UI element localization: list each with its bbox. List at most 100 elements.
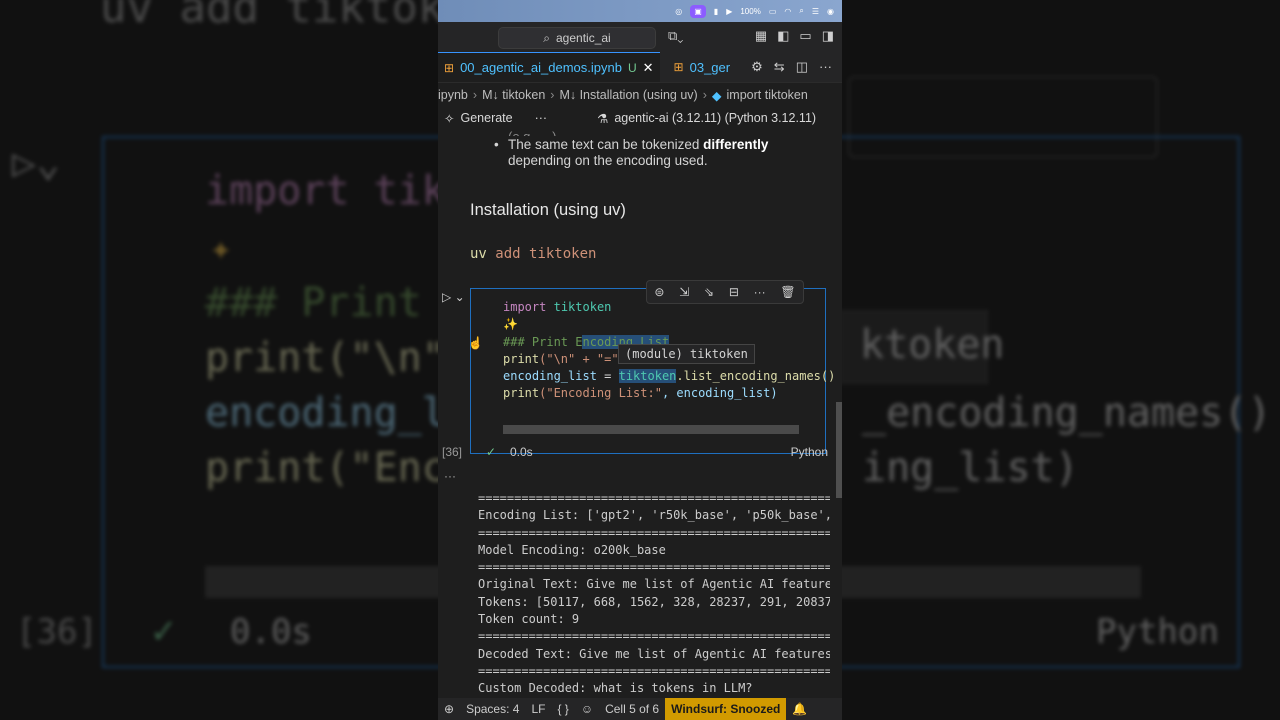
sparkle-icon[interactable]: ✨ — [503, 317, 518, 331]
copilot-icon[interactable]: ☺ — [575, 698, 599, 720]
output-line: ========================================… — [478, 663, 830, 678]
clipboard-icon[interactable]: ▮ — [714, 5, 718, 18]
breadcrumb: ipynb › M↓ tiktoken › M↓ Installation (u… — [438, 88, 808, 103]
eol-status[interactable]: LF — [525, 698, 551, 720]
sparkle-icon: ✧ — [444, 111, 455, 126]
output-more[interactable]: ··· — [444, 469, 456, 483]
bg-code-line: ### Print E — [205, 280, 470, 326]
execution-duration: 0.0s — [510, 445, 533, 459]
control-center-icon[interactable]: ☰ — [812, 5, 819, 18]
output-line: Model Encoding: o200k_base — [478, 542, 666, 557]
cell-output: ========================================… — [478, 490, 830, 698]
phone-screen: ◎ ▣ ▮ ▶ 100% ▭ ◠ ⌕ ☰ ◉ ⌕ agentic_ai ⧉⌄ ▦… — [438, 0, 842, 720]
kernel-picker[interactable]: agentic-ai (3.12.11) (Python 3.12.11) — [614, 111, 816, 125]
notebook-icon: ⊞ — [673, 60, 684, 74]
search-text: agentic_ai — [556, 31, 611, 45]
indentation-status[interactable]: Spaces: 4 — [460, 698, 525, 720]
output-line: Token count: 9 — [478, 612, 580, 627]
close-icon[interactable]: ✕ — [643, 60, 654, 76]
language-mode-status[interactable]: { } — [551, 698, 574, 720]
compare-icon[interactable]: ⇆ — [774, 59, 785, 75]
search-icon[interactable]: ⌕ — [799, 5, 803, 18]
run-by-line-icon[interactable]: ⇲ — [679, 285, 689, 299]
tab-status: U — [627, 60, 637, 75]
command-center-search[interactable]: ⌕ agentic_ai — [498, 27, 656, 49]
toggle-sidebar-icon[interactable]: ◧ — [777, 28, 789, 44]
horizontal-scrollbar[interactable] — [503, 425, 799, 434]
siri-icon[interactable]: ◉ — [827, 5, 834, 18]
search-icon: ⌕ — [543, 30, 550, 45]
toolbar-more[interactable]: ··· — [535, 111, 548, 125]
output-line: Encoding List: ['gpt2', 'r50k_base', 'p5… — [478, 508, 830, 523]
bg-code-line: print("\n" — [205, 335, 446, 381]
editor-tabs: ⊞ 00_agentic_ai_demos.ipynb U ✕ ⊞ 03_ger… — [438, 52, 842, 83]
python-icon: ◆ — [711, 88, 722, 103]
tab-03[interactable]: ⊞ 03_ger — [668, 52, 737, 82]
creative-cloud-icon[interactable]: ◎ — [675, 5, 682, 18]
execution-count: [36] — [442, 445, 463, 459]
bg-language: Python — [1096, 612, 1219, 652]
copilot-icon[interactable]: ⧉⌄ — [668, 28, 683, 44]
screen-record-icon[interactable]: ▣ — [690, 4, 706, 18]
bg-code-line: import tikt — [205, 168, 470, 214]
markdown-bullet: • The same text can be tokenized differe… — [494, 137, 769, 168]
breadcrumb-item[interactable]: M↓ tiktoken — [482, 88, 545, 102]
bg-sparkle-icon: ✦ — [210, 228, 232, 269]
status-bar: ⊕ Spaces: 4 LF { } ☺ Cell 5 of 6 Windsur… — [438, 698, 842, 720]
play-icon[interactable]: ▶ — [726, 5, 732, 18]
bg-run-icon: ▷⌄ — [12, 140, 61, 186]
tab-agentic-ai-demos[interactable]: ⊞ 00_agentic_ai_demos.ipynb U ✕ — [438, 52, 660, 82]
bg-code-right: _encoding_names() — [862, 390, 1272, 436]
more-icon[interactable]: ··· — [819, 59, 832, 75]
cursor-icon: ☝ — [468, 336, 483, 350]
execute-below-icon[interactable]: ⇘ — [704, 285, 714, 299]
code-cell[interactable]: import tiktoken ✨ ### Print Encoding Lis… — [470, 288, 835, 454]
bg-code-right: ktoken — [860, 322, 1005, 368]
code-token: add tiktoken — [495, 246, 597, 262]
output-line: ========================================… — [478, 525, 830, 540]
breadcrumb-item[interactable]: M↓ Installation (using uv) — [559, 88, 697, 102]
delete-icon[interactable]: 🗑 — [780, 285, 795, 299]
bg-exec-count: [36] — [16, 612, 98, 652]
wifi-icon[interactable]: ◠ — [784, 5, 791, 18]
output-line: Custom Decoded: what is tokens in LLM? — [478, 681, 753, 696]
tab-label: 00_agentic_ai_demos.ipynb — [460, 60, 622, 75]
split-editor-icon[interactable]: ◫ — [796, 59, 808, 75]
markdown-partial-line: (e.g., ...) — [508, 129, 556, 136]
output-line: Decoded Text: Give me list of Agentic AI… — [478, 646, 830, 661]
bell-icon[interactable]: 🔔 — [786, 698, 813, 720]
breadcrumb-item[interactable]: import tiktoken — [727, 88, 808, 102]
check-icon: ✓ — [486, 445, 497, 459]
bg-check-icon: ✓ — [152, 608, 175, 652]
more-icon[interactable]: ··· — [754, 285, 766, 299]
kernel-icon: ⚗ — [597, 111, 609, 126]
vertical-scrollbar[interactable] — [836, 402, 842, 498]
cell-language[interactable]: Python — [791, 445, 828, 459]
breadcrumb-item[interactable]: ipynb — [438, 88, 468, 102]
bg-title: uv add tiktoke — [100, 0, 471, 33]
generate-button[interactable]: Generate — [460, 111, 512, 125]
battery-icon[interactable]: ▭ — [769, 5, 777, 18]
split-cell-icon[interactable]: ⊟ — [729, 285, 739, 299]
gear-icon[interactable]: ⚙ — [751, 59, 763, 75]
run-cell-button[interactable]: ▷ ⌄ — [442, 290, 465, 304]
output-line: ========================================… — [478, 560, 830, 575]
bg-code-line: encoding_li — [205, 390, 470, 436]
bullet-text-cont: depending on the encoding used. — [508, 153, 708, 168]
bg-code-right: ing_list) — [862, 445, 1079, 491]
toggle-secondary-sidebar-icon[interactable]: ◨ — [822, 28, 834, 44]
toggle-panel-icon[interactable]: ▭ — [799, 28, 811, 44]
cell-position-status[interactable]: Cell 5 of 6 — [599, 698, 665, 720]
windsurf-status[interactable]: Windsurf: Snoozed — [665, 698, 787, 720]
battery-percent: 100% — [740, 6, 761, 16]
notebook-toolbar: ✧ Generate ··· ⚗ agentic-ai (3.12.11) (P… — [438, 107, 842, 129]
execute-above-icon[interactable]: ⊜ — [654, 285, 664, 299]
code-token: uv — [470, 246, 487, 262]
layout-icon[interactable]: ▦ — [755, 28, 767, 44]
bg-duration: 0.0s — [230, 612, 312, 652]
bullet-text: The same text can be tokenized — [508, 137, 704, 152]
zoom-icon[interactable]: ⊕ — [438, 698, 460, 720]
output-line: ========================================… — [478, 629, 830, 644]
output-line: Original Text: Give me list of Agentic A… — [478, 577, 830, 592]
notebook-content: (e.g., ...) • The same text can be token… — [438, 129, 842, 699]
